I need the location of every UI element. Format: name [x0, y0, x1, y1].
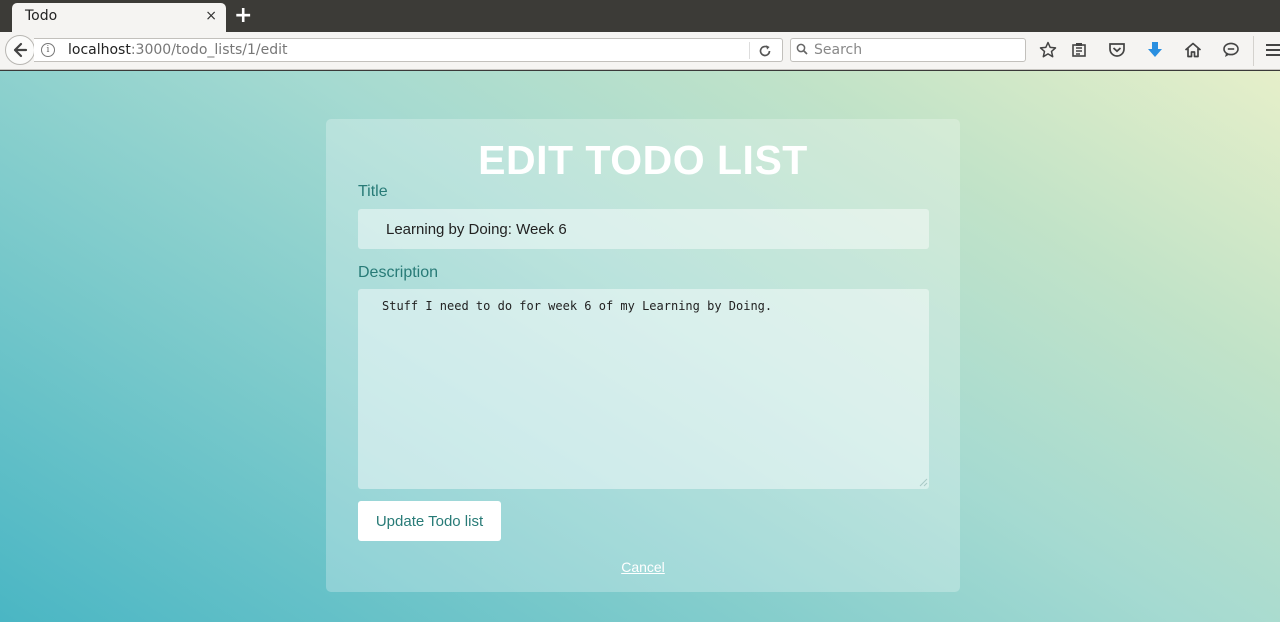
- address-bar[interactable]: i localhost:3000/todo_lists/1/edit: [34, 38, 783, 62]
- page-background: EDIT TODO LIST Title Description Stuff I…: [0, 71, 1280, 622]
- info-icon[interactable]: i: [41, 43, 55, 57]
- search-icon: [796, 43, 808, 55]
- tab-strip: Todo × +: [0, 0, 1280, 32]
- browser-tab[interactable]: Todo ×: [12, 3, 226, 32]
- search-bar[interactable]: Search: [790, 38, 1026, 62]
- download-icon[interactable]: [1144, 39, 1166, 61]
- description-field[interactable]: Stuff I need to do for week 6 of my Lear…: [358, 289, 929, 489]
- star-icon[interactable]: [1037, 39, 1059, 61]
- cancel-link[interactable]: Cancel: [326, 559, 960, 575]
- resize-grip-icon[interactable]: [918, 477, 928, 487]
- menu-icon[interactable]: [1262, 39, 1280, 61]
- reload-icon[interactable]: [758, 40, 772, 62]
- url-divider: [749, 42, 750, 59]
- page-title: EDIT TODO LIST: [478, 137, 808, 183]
- back-button[interactable]: [5, 35, 35, 65]
- title-field[interactable]: [358, 209, 929, 249]
- url-text[interactable]: localhost:3000/todo_lists/1/edit: [68, 42, 288, 58]
- title-label: Title: [358, 183, 388, 200]
- edit-form-card: EDIT TODO LIST Title Description Stuff I…: [326, 119, 960, 592]
- new-tab-button[interactable]: +: [234, 3, 252, 29]
- search-placeholder: Search: [814, 42, 863, 58]
- chat-icon[interactable]: [1220, 39, 1242, 61]
- reading-list-icon[interactable]: [1068, 39, 1090, 61]
- toolbar-divider: [1253, 36, 1254, 66]
- update-todo-list-button[interactable]: Update Todo list: [358, 501, 501, 541]
- home-icon[interactable]: [1182, 39, 1204, 61]
- back-arrow-icon: [13, 42, 28, 58]
- close-tab-icon[interactable]: ×: [205, 8, 217, 24]
- tab-title: Todo: [25, 8, 58, 24]
- pocket-icon[interactable]: [1106, 39, 1128, 61]
- description-label: Description: [358, 264, 439, 281]
- navigation-bar: i localhost:3000/todo_lists/1/edit Searc…: [0, 32, 1280, 70]
